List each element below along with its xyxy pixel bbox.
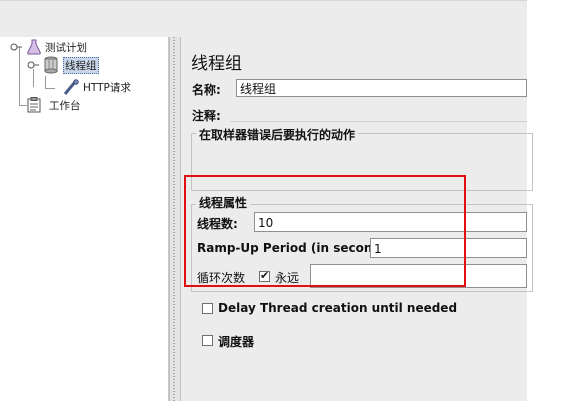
- tree-item-label: 工作台: [49, 99, 81, 112]
- http-sampler-icon: [63, 79, 79, 95]
- delay-thread-checkbox[interactable]: [202, 303, 213, 314]
- tree-connector: [45, 88, 55, 89]
- tree-item-label: HTTP请求: [83, 81, 131, 94]
- highlight-annotation-box: [184, 175, 466, 287]
- comment-field[interactable]: [230, 106, 527, 122]
- splitter-grip: [173, 37, 175, 401]
- scheduler-checkbox[interactable]: [202, 335, 213, 346]
- tree-connector: [19, 47, 20, 105]
- thread-group-icon: [44, 56, 58, 74]
- panel-title: 线程组: [191, 54, 242, 74]
- tree-item-test-plan[interactable]: 测试计划: [9, 39, 87, 55]
- test-plan-icon: [27, 39, 41, 55]
- tree-item-label: 线程组: [63, 56, 99, 74]
- tree-expand-handle-icon[interactable]: [9, 40, 23, 54]
- tree-expand-handle-icon[interactable]: [27, 58, 39, 72]
- comment-label: 注释:: [192, 109, 221, 123]
- name-label: 名称:: [192, 83, 221, 97]
- tree-item-http-request[interactable]: HTTP请求: [63, 79, 131, 95]
- name-field[interactable]: 线程组: [236, 79, 527, 97]
- tree-item-thread-group[interactable]: 线程组: [27, 56, 99, 74]
- scheduler-label: 调度器: [218, 335, 255, 349]
- tree-item-label: 测试计划: [45, 41, 87, 54]
- test-plan-tree[interactable]: 测试计划 线程组 HTTP请求 工作台: [0, 37, 169, 401]
- sampler-error-action-title: 在取样器错误后要执行的动作: [196, 126, 359, 143]
- tree-connector: [19, 105, 27, 106]
- split-pane-divider[interactable]: [169, 37, 181, 401]
- tree-item-workbench[interactable]: 工作台: [27, 97, 81, 113]
- tree-connector: [45, 76, 46, 88]
- workbench-icon: [27, 97, 41, 113]
- delay-thread-label: Delay Thread creation until needed: [218, 301, 458, 315]
